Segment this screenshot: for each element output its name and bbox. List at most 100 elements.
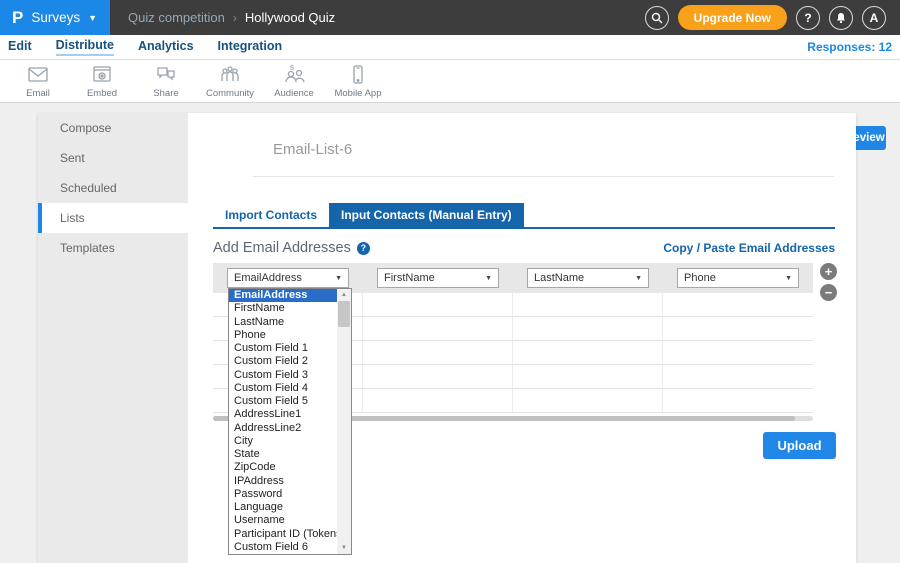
breadcrumb-parent[interactable]: Quiz competition: [128, 10, 225, 25]
nav-item-analytics[interactable]: Analytics: [138, 39, 194, 55]
contact-cell[interactable]: [363, 341, 513, 364]
contact-cell[interactable]: [363, 317, 513, 340]
dropdown-option[interactable]: Password: [229, 488, 337, 501]
sidebar-item-templates[interactable]: Templates: [38, 233, 188, 263]
channel-label: Embed: [87, 88, 117, 99]
contact-cell[interactable]: [513, 317, 663, 340]
add-column-button[interactable]: +: [820, 263, 837, 280]
list-title: Email-List-6: [273, 141, 352, 158]
product-switcher[interactable]: P Surveys ▼: [0, 0, 110, 35]
channel-label: Mobile App: [334, 88, 381, 99]
contact-cell[interactable]: [663, 341, 813, 364]
sidebar-item-sent[interactable]: Sent: [38, 143, 188, 173]
breadcrumb: Quiz competition › Hollywood Quiz: [128, 10, 335, 25]
contact-cell[interactable]: [663, 365, 813, 388]
chevron-down-icon: ▼: [335, 275, 342, 282]
upload-button[interactable]: Upload: [763, 432, 836, 459]
dropdown-option[interactable]: IPAddress: [229, 475, 337, 488]
dropdown-option[interactable]: Language: [229, 501, 337, 514]
dropdown-option[interactable]: Custom Field 3: [229, 369, 337, 382]
channel-label: Audience: [274, 88, 314, 99]
chevron-down-icon: ▼: [635, 275, 642, 282]
selected-column-value: FirstName: [384, 272, 435, 284]
selected-column-value: LastName: [534, 272, 584, 284]
contact-cell[interactable]: [663, 293, 813, 316]
scroll-down-icon[interactable]: ▼: [337, 542, 351, 554]
top-bar: P Surveys ▼ Quiz competition › Hollywood…: [0, 0, 900, 35]
contact-cell[interactable]: [663, 389, 813, 412]
nav-item-edit[interactable]: Edit: [8, 39, 32, 55]
channel-label: Email: [26, 88, 50, 99]
contact-cell[interactable]: [663, 317, 813, 340]
dropdown-option[interactable]: Phone: [229, 329, 337, 342]
channel-share[interactable]: Share: [134, 64, 198, 99]
bell-icon: [835, 12, 847, 24]
dropdown-option[interactable]: Participant ID (Tokens): [229, 528, 337, 541]
contact-cell[interactable]: [513, 341, 663, 364]
channel-audience[interactable]: $ Audience: [262, 64, 326, 99]
dropdown-option[interactable]: AddressLine1: [229, 408, 337, 421]
column-select-firstname[interactable]: FirstName ▼: [377, 268, 499, 288]
scroll-up-icon[interactable]: ▲: [337, 289, 351, 301]
dropdown-option[interactable]: Custom Field 5: [229, 395, 337, 408]
breadcrumb-current: Hollywood Quiz: [245, 10, 335, 25]
dropdown-scrollbar[interactable]: ▲ ▼: [337, 289, 351, 554]
upgrade-now-button[interactable]: Upgrade Now: [678, 5, 787, 30]
account-button[interactable]: A: [862, 6, 886, 30]
dropdown-option[interactable]: State: [229, 448, 337, 461]
dropdown-option[interactable]: Custom Field 6: [229, 541, 337, 554]
search-button[interactable]: [645, 6, 669, 30]
contact-cell[interactable]: [363, 389, 513, 412]
contact-cell[interactable]: [363, 365, 513, 388]
section-header: Add Email Addresses ? Copy / Paste Email…: [213, 240, 835, 256]
tab-input-contacts-manual[interactable]: Input Contacts (Manual Entry): [329, 203, 524, 227]
tab-import-contacts[interactable]: Import Contacts: [213, 203, 329, 227]
notifications-button[interactable]: [829, 6, 853, 30]
channel-mobile-app[interactable]: Mobile App: [326, 64, 390, 99]
dropdown-option[interactable]: Custom Field 2: [229, 355, 337, 368]
dropdown-option[interactable]: LastName: [229, 316, 337, 329]
nav-item-distribute[interactable]: Distribute: [56, 38, 114, 56]
help-button[interactable]: ?: [796, 6, 820, 30]
sidebar-item-lists[interactable]: Lists: [38, 203, 188, 233]
avatar: A: [870, 11, 879, 25]
dropdown-scrollbar-thumb[interactable]: [338, 301, 350, 327]
column-select-phone[interactable]: Phone ▼: [677, 268, 799, 288]
help-tooltip-icon[interactable]: ?: [357, 242, 370, 255]
channel-label: Share: [153, 88, 178, 99]
channel-community[interactable]: Community: [198, 64, 262, 99]
column-header: FirstName ▼: [363, 263, 513, 293]
column-select-emailaddress[interactable]: EmailAddress ▼: [227, 268, 349, 288]
channel-embed[interactable]: Embed: [70, 64, 134, 99]
column-select-lastname[interactable]: LastName ▼: [527, 268, 649, 288]
dropdown-option[interactable]: ZipCode: [229, 461, 337, 474]
sidebar-item-compose[interactable]: Compose: [38, 113, 188, 143]
dropdown-option[interactable]: Custom Field 1: [229, 342, 337, 355]
sidebar-item-scheduled[interactable]: Scheduled: [38, 173, 188, 203]
contact-cell[interactable]: [513, 389, 663, 412]
column-header: LastName ▼: [513, 263, 663, 293]
section-heading: Add Email Addresses: [213, 240, 351, 256]
responses-count[interactable]: Responses: 12: [807, 40, 892, 54]
dropdown-option[interactable]: Custom Field 4: [229, 382, 337, 395]
dropdown-option[interactable]: FirstName: [229, 302, 337, 315]
dropdown-option[interactable]: City: [229, 435, 337, 448]
nav-item-integration[interactable]: Integration: [218, 39, 283, 55]
channel-email[interactable]: Email: [6, 64, 70, 99]
copy-paste-link[interactable]: Copy / Paste Email Addresses: [663, 241, 835, 255]
dropdown-option[interactable]: AddressLine2: [229, 422, 337, 435]
breadcrumb-separator-icon: ›: [233, 11, 237, 25]
contact-cell[interactable]: [363, 293, 513, 316]
envelope-icon: [26, 64, 50, 86]
topbar-actions: Upgrade Now ? A: [645, 5, 900, 30]
remove-column-button[interactable]: −: [820, 284, 837, 301]
list-content: Email-List-6 Import Contacts Input Conta…: [188, 113, 856, 563]
column-header: Phone ▼: [663, 263, 813, 293]
dropdown-option[interactable]: EmailAddress: [229, 289, 337, 302]
title-divider: [253, 176, 834, 177]
questionpro-logo-icon: P: [12, 8, 23, 28]
app-window: P Surveys ▼ Quiz competition › Hollywood…: [0, 0, 900, 563]
contact-cell[interactable]: [513, 365, 663, 388]
dropdown-option[interactable]: Username: [229, 514, 337, 527]
contact-cell[interactable]: [513, 293, 663, 316]
